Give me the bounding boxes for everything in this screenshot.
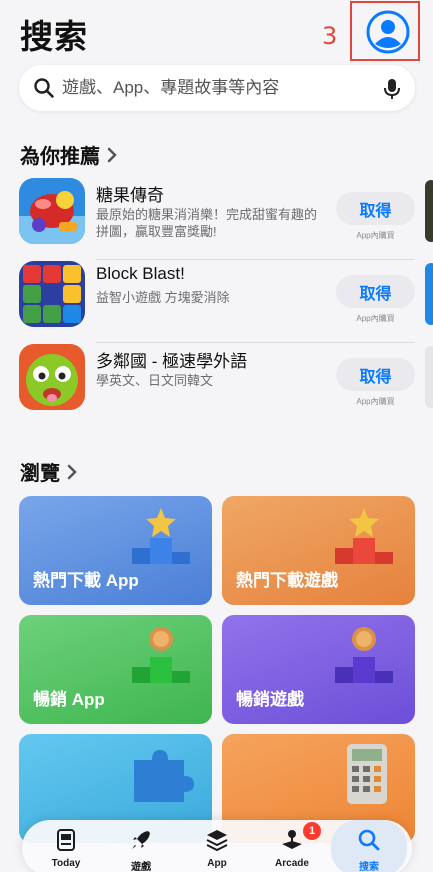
app-stack-icon <box>206 830 228 852</box>
get-button[interactable]: 取得 <box>336 192 415 225</box>
app-name: 多鄰國 - 極速學外語 <box>96 352 248 371</box>
microphone-icon[interactable] <box>381 77 403 101</box>
tab-label: 遊戲 <box>131 862 151 872</box>
app-name: Block Blast! <box>96 264 185 283</box>
in-app-purchase-note: App內購買 <box>356 231 395 240</box>
divider <box>96 259 415 260</box>
podium-star-icon <box>335 508 393 564</box>
tile-label: 暢銷遊戲 <box>236 690 304 709</box>
tile-label: 熱門下載 App <box>33 571 139 590</box>
tile-top-free-apps[interactable]: 熱門下載 App <box>19 496 212 605</box>
app-row-block-blast[interactable]: Block Blast! 益智小遊戲 方塊愛消除 取得 App內購買 <box>19 261 415 343</box>
chevron-right-icon <box>107 147 117 162</box>
next-card-peek <box>425 263 433 325</box>
tab-today[interactable]: Today <box>31 820 101 872</box>
tile-top-free-games[interactable]: 熱門下載遊戲 <box>222 496 415 605</box>
candy-crush-app-icon <box>19 178 85 244</box>
app-description: 學英文、日文同韓文 <box>96 373 214 388</box>
podium-star-icon <box>132 508 190 564</box>
app-row-duolingo[interactable]: 多鄰國 - 極速學外語 學英文、日文同韓文 取得 App內購買 <box>19 344 415 420</box>
account-icon[interactable] <box>366 10 410 54</box>
next-card-peek <box>425 180 433 242</box>
search-icon <box>34 78 54 98</box>
page-title: 搜索 <box>20 18 88 55</box>
app-description: 最原始的糖果消消樂！完成甜蜜有趣的拼圖，贏取豐富獎勵! <box>96 207 318 239</box>
in-app-purchase-note: App內購買 <box>356 397 395 406</box>
block-blast-app-icon <box>19 261 85 327</box>
app-row-candy-crush[interactable]: 糖果傳奇 最原始的糖果消消樂！完成甜蜜有趣的拼圖，贏取豐富獎勵! 取得 App內… <box>19 178 415 260</box>
tile-label: 暢銷 App <box>33 690 105 709</box>
tab-label: App <box>207 858 227 869</box>
section-heading-recommend[interactable]: 為你推薦 <box>20 140 118 169</box>
today-icon <box>57 829 75 851</box>
search-bar[interactable] <box>19 65 415 111</box>
tile-top-paid-games[interactable]: 暢銷遊戲 <box>222 615 415 724</box>
rocket-icon <box>132 831 150 849</box>
tab-apps[interactable]: App <box>182 820 252 872</box>
get-button[interactable]: 取得 <box>336 275 415 308</box>
tab-label: Today <box>51 858 81 869</box>
section-heading-browse[interactable]: 瀏覽 <box>20 457 78 486</box>
section-heading-label: 為你推薦 <box>20 146 100 168</box>
next-card-peek <box>425 346 433 408</box>
tab-label: Arcade <box>275 858 309 869</box>
tile-top-paid-apps[interactable]: 暢銷 App <box>19 615 212 724</box>
arcade-badge: 1 <box>303 822 321 840</box>
podium-coin-icon <box>335 627 393 683</box>
get-button[interactable]: 取得 <box>336 358 415 391</box>
calculator-icon <box>347 744 387 804</box>
section-heading-label: 瀏覽 <box>20 463 60 485</box>
in-app-purchase-note: App內購買 <box>356 314 395 323</box>
header: 搜索 3 <box>0 0 433 64</box>
podium-coin-icon <box>132 627 190 683</box>
annotation-number: 3 <box>322 22 338 50</box>
search-icon <box>358 829 380 851</box>
tab-label: 搜索 <box>359 862 379 872</box>
app-description: 益智小遊戲 方塊愛消除 <box>96 290 230 305</box>
search-input[interactable] <box>62 65 372 111</box>
tab-games[interactable]: 遊戲 <box>106 820 176 872</box>
duolingo-app-icon <box>19 344 85 410</box>
divider <box>96 342 415 343</box>
arcade-icon <box>282 830 302 849</box>
puzzle-piece-icon <box>134 750 194 802</box>
app-name: 糖果傳奇 <box>96 186 164 205</box>
tile-label: 熱門下載遊戲 <box>236 571 338 590</box>
tab-search[interactable]: 搜索 <box>331 820 407 872</box>
tab-bar: Today 遊戲 App Arcade 1 搜索 <box>22 820 412 872</box>
chevron-right-icon <box>67 464 77 479</box>
